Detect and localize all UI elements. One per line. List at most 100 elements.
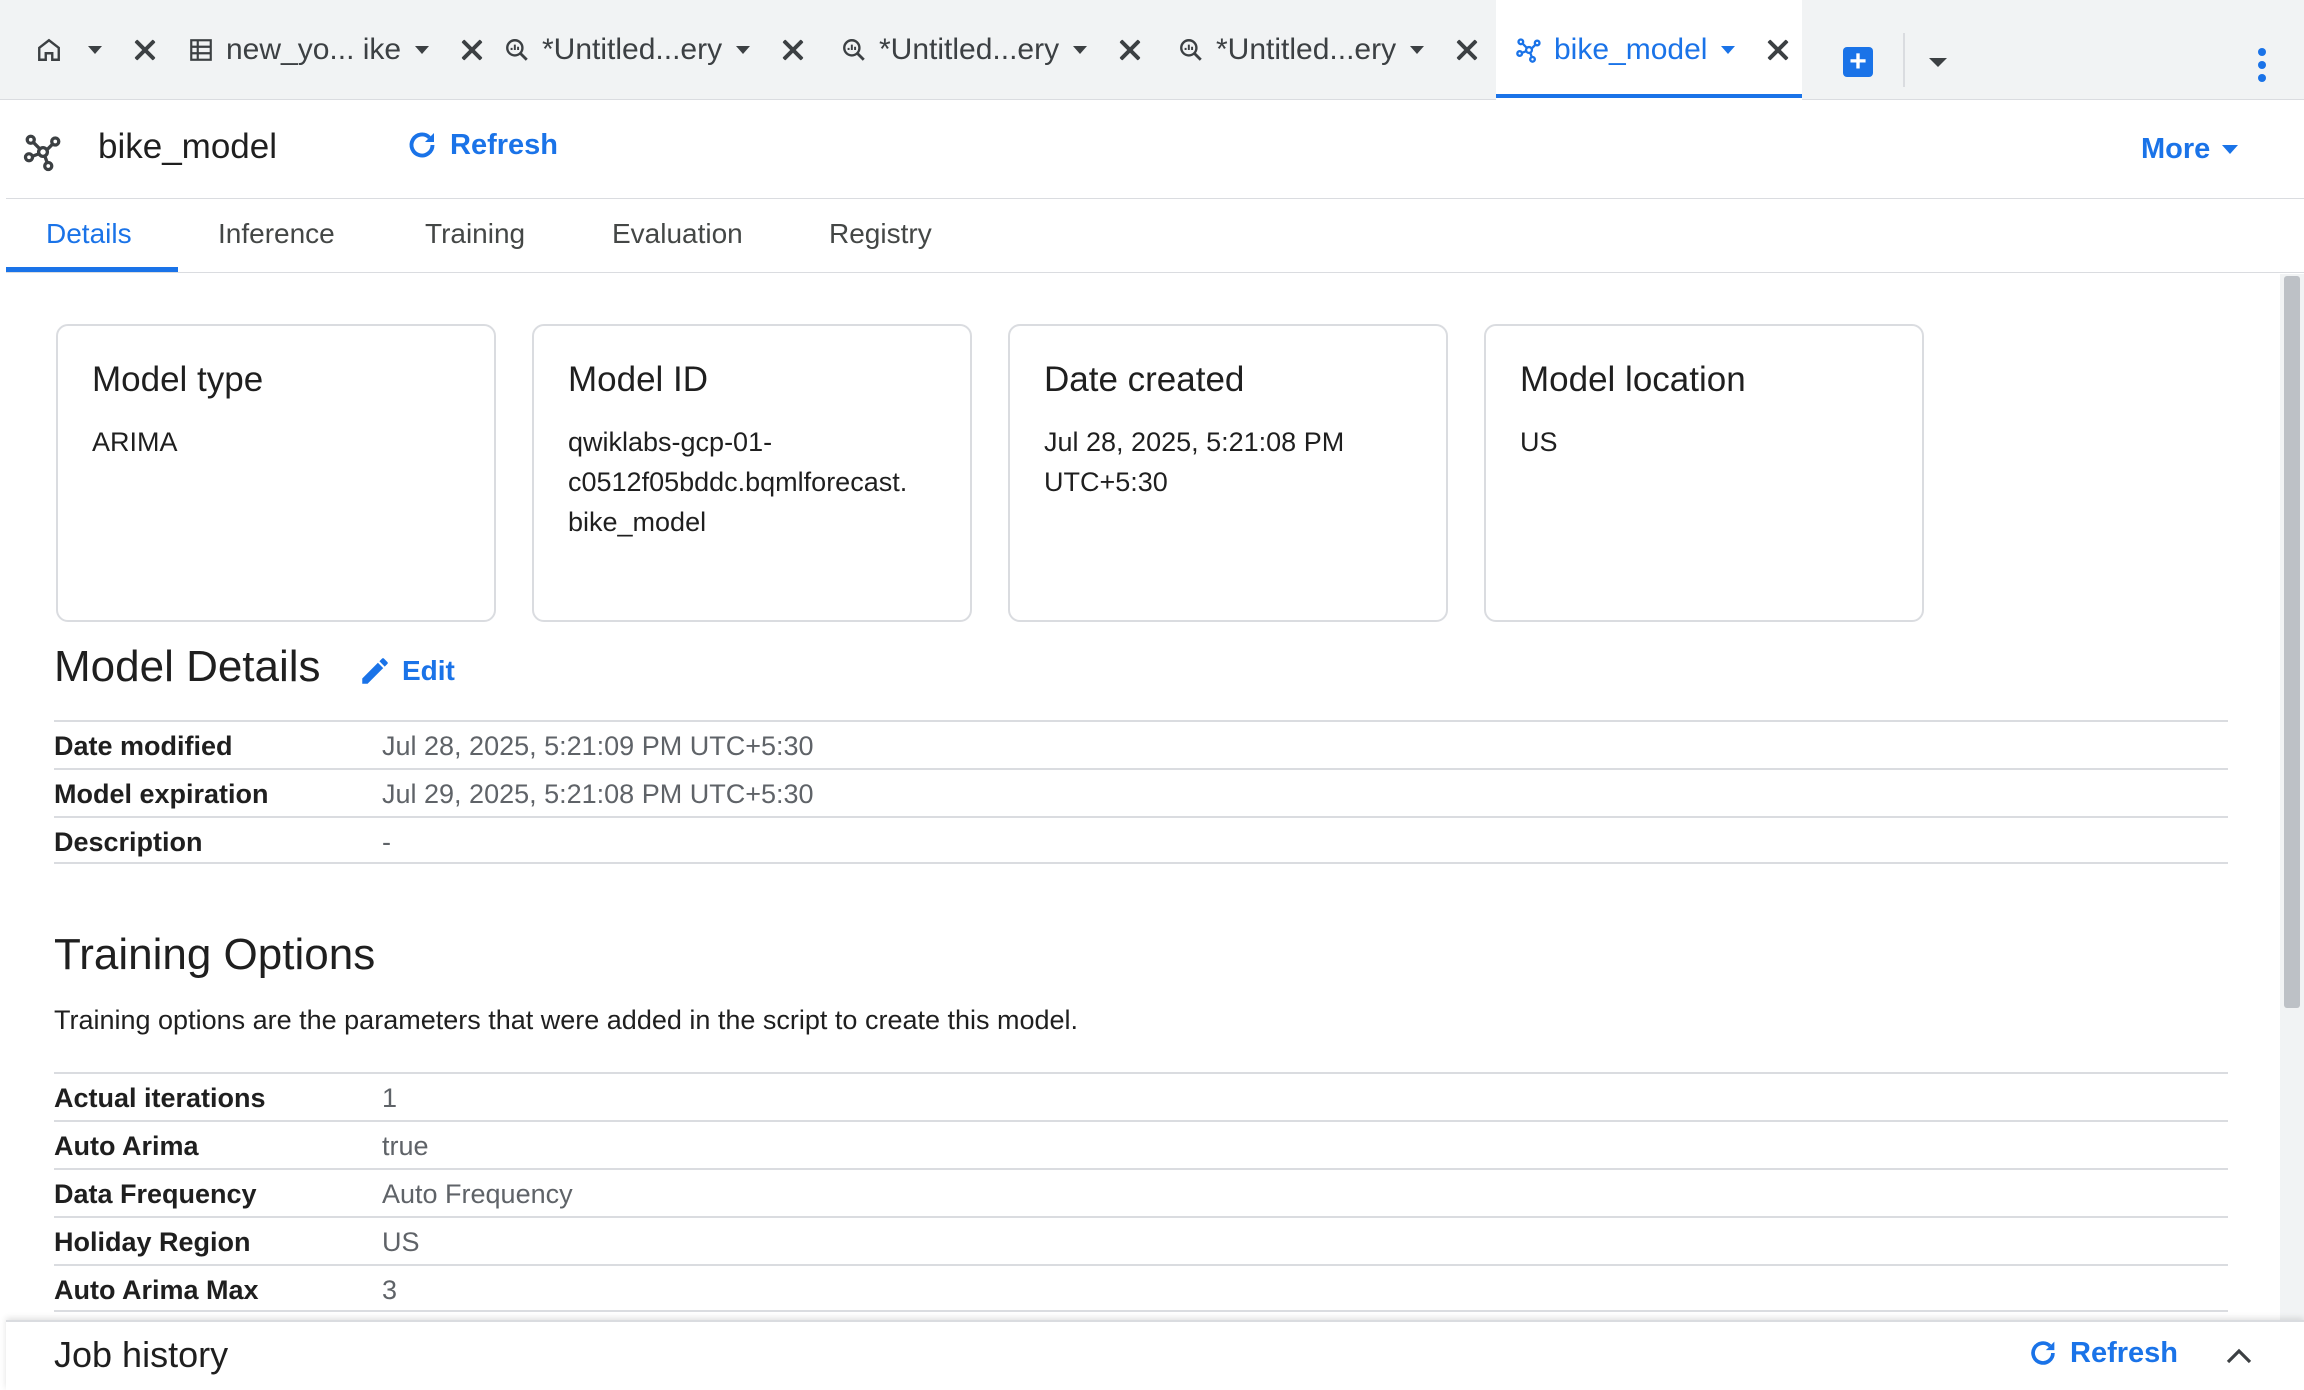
chevron-up-icon[interactable]	[2224, 1344, 2254, 1368]
refresh-button[interactable]: Refresh	[404, 127, 558, 163]
chevron-down-icon[interactable]	[415, 46, 430, 54]
tab-label: bike_model	[1554, 33, 1708, 66]
model-id-card: Model ID qwiklabs-gcp-01- c0512f05bddc.b…	[532, 324, 972, 622]
refresh-icon	[2026, 1336, 2060, 1370]
close-icon[interactable]	[130, 35, 160, 65]
tab-details[interactable]: Details	[46, 218, 132, 250]
model-location-card: Model location US	[1484, 324, 1924, 622]
training-options-heading: Training Options	[54, 930, 376, 979]
tab-inference[interactable]: Inference	[218, 218, 335, 250]
pencil-icon	[358, 654, 392, 688]
refresh-icon	[404, 127, 440, 163]
card-title: Model ID	[568, 360, 709, 399]
row-value: Auto Frequency	[382, 1179, 573, 1209]
model-type-card: Model type ARIMA	[56, 324, 496, 622]
chevron-down-icon[interactable]	[736, 46, 751, 54]
tab-query-3[interactable]: *Untitled...ery	[1176, 0, 1482, 100]
row-key: Auto Arima Max	[54, 1275, 259, 1305]
page-title: bike_model	[98, 127, 277, 166]
tab-training[interactable]: Training	[425, 218, 525, 250]
tab-label: new_yo... ike	[226, 33, 402, 66]
table-row: Data Frequency Auto Frequency	[54, 1168, 2228, 1216]
training-options-description: Training options are the parameters that…	[54, 1005, 1079, 1035]
chevron-down-icon	[2222, 145, 2239, 154]
table-row: Holiday Region US	[54, 1216, 2228, 1264]
refresh-label: Refresh	[2070, 1336, 2178, 1369]
row-value: Jul 28, 2025, 5:21:09 PM UTC+5:30	[382, 731, 814, 761]
home-icon	[34, 35, 64, 65]
more-label: More	[2141, 133, 2211, 165]
tab-bike-model[interactable]: bike_model	[1496, 0, 1802, 100]
tab-query-2[interactable]: *Untitled...ery	[839, 0, 1145, 100]
editor-tab-bar: new_yo... ike *Untitled...ery *Untitled.…	[0, 0, 2304, 100]
model-details-table: Date modified Jul 28, 2025, 5:21:09 PM U…	[54, 720, 2228, 864]
chevron-down-icon[interactable]	[1073, 46, 1088, 54]
table-row: Auto Arima Max 3	[54, 1264, 2228, 1312]
edit-label: Edit	[402, 655, 455, 686]
model-details-heading: Model Details	[54, 642, 321, 691]
table-row: Actual iterations 1	[54, 1072, 2228, 1120]
card-value-line: bike_model	[568, 507, 707, 537]
table-icon	[186, 35, 216, 65]
query-icon	[839, 35, 869, 65]
detail-tabs: Details Inference Training Evaluation Re…	[6, 200, 2304, 273]
card-value-line: qwiklabs-gcp-01-	[568, 427, 773, 457]
query-icon	[1176, 35, 1206, 65]
row-key: Data Frequency	[54, 1179, 257, 1209]
scrollbar-thumb[interactable]	[2284, 276, 2300, 1008]
active-tab-indicator	[6, 267, 178, 272]
table-row: Model expiration Jul 29, 2025, 5:21:08 P…	[54, 768, 2228, 816]
tab-evaluation[interactable]: Evaluation	[612, 218, 743, 250]
card-value-line: c0512f05bddc.bqmlforecast.	[568, 467, 908, 497]
card-value: US	[1520, 427, 1558, 457]
row-key: Description	[54, 827, 203, 857]
row-key: Auto Arima	[54, 1131, 199, 1161]
card-value-line: UTC+5:30	[1044, 467, 1168, 497]
card-title: Date created	[1044, 360, 1245, 399]
card-title: Model location	[1520, 360, 1746, 399]
row-key: Actual iterations	[54, 1083, 266, 1113]
tab-label: *Untitled...ery	[879, 33, 1060, 66]
training-options-table: Actual iterations 1 Auto Arima true Data…	[54, 1072, 2228, 1312]
tab-table[interactable]: new_yo... ike	[186, 0, 487, 100]
tab-home[interactable]	[34, 0, 160, 100]
more-button[interactable]: More	[2141, 133, 2239, 166]
row-key: Model expiration	[54, 779, 269, 809]
tab-label: *Untitled...ery	[1216, 33, 1397, 66]
query-icon	[502, 35, 532, 65]
card-value: ARIMA	[92, 427, 178, 457]
row-value: Jul 29, 2025, 5:21:08 PM UTC+5:30	[382, 779, 814, 809]
chevron-down-icon[interactable]	[1410, 46, 1425, 54]
row-value: 3	[382, 1275, 398, 1305]
tab-registry[interactable]: Registry	[829, 218, 932, 250]
details-panel: Model type ARIMA Model ID qwiklabs-gcp-0…	[6, 274, 2280, 1320]
card-title: Model type	[92, 360, 264, 399]
edit-button[interactable]: Edit	[358, 654, 455, 688]
model-icon	[1514, 35, 1544, 65]
job-history-refresh-button[interactable]: Refresh	[2026, 1336, 2178, 1370]
row-key: Date modified	[54, 731, 233, 761]
row-value: -	[382, 827, 391, 857]
new-query-icon[interactable]: +	[1843, 47, 1873, 77]
close-icon[interactable]	[1452, 35, 1482, 65]
close-icon[interactable]	[1763, 35, 1793, 65]
chevron-down-icon[interactable]	[88, 46, 102, 54]
row-value: 1	[382, 1083, 398, 1113]
close-icon[interactable]	[1115, 35, 1145, 65]
table-row: Description -	[54, 816, 2228, 864]
table-row: Date modified Jul 28, 2025, 5:21:09 PM U…	[54, 720, 2228, 768]
chevron-down-icon[interactable]	[1929, 58, 1947, 67]
chevron-down-icon[interactable]	[1721, 46, 1736, 54]
job-history-bar[interactable]: Job history Refresh	[6, 1320, 2304, 1390]
tab-query-1[interactable]: *Untitled...ery	[502, 0, 808, 100]
row-value: true	[382, 1131, 429, 1161]
more-vert-icon[interactable]	[2256, 48, 2268, 84]
page-header: bike_model Refresh More	[6, 101, 2304, 199]
tab-label: *Untitled...ery	[542, 33, 723, 66]
refresh-label: Refresh	[450, 128, 558, 161]
row-key: Holiday Region	[54, 1227, 251, 1257]
card-value: Jul 28, 2025, 5:21:08 PM UTC+5:30	[1044, 422, 1434, 502]
close-icon[interactable]	[778, 35, 808, 65]
close-icon[interactable]	[457, 35, 487, 65]
model-icon	[22, 131, 64, 173]
